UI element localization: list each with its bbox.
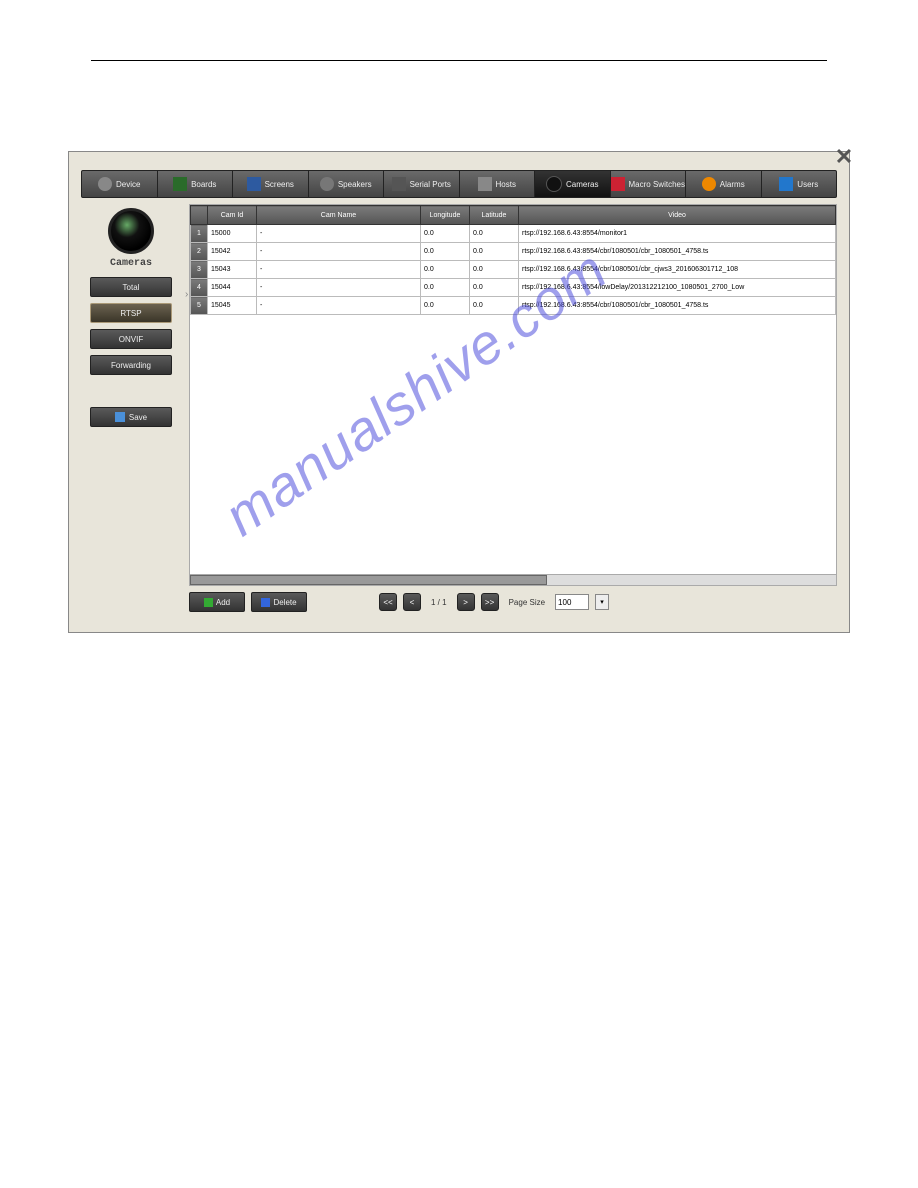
col-header-cam-id[interactable]: Cam Id — [208, 206, 257, 225]
pager-page-text: 1 / 1 — [431, 598, 447, 607]
sidebar-btn-onvif[interactable]: ONVIF — [90, 329, 172, 349]
table-row[interactable]: 215042-0.00.0rtsp://192.168.6.43:8554/cb… — [191, 243, 836, 261]
scrollbar-thumb[interactable] — [190, 575, 547, 585]
toolbar-item-users[interactable]: Users — [762, 171, 837, 197]
table-row[interactable]: 315043-0.00.0rtsp://192.168.6.43:8554/cb… — [191, 261, 836, 279]
sidebar-btn-total[interactable]: Total — [90, 277, 172, 297]
pager-next-button[interactable]: > — [457, 593, 475, 611]
page-size-input[interactable] — [555, 594, 589, 610]
page-size-dropdown[interactable]: ▾ — [595, 594, 609, 610]
sidebar-btn-rtsp[interactable]: RTSP — [90, 303, 172, 323]
hosts-icon — [478, 177, 492, 191]
col-header-longitude[interactable]: Longitude — [421, 206, 470, 225]
toolbar-item-alarms[interactable]: Alarms — [686, 171, 762, 197]
pager-prev-button[interactable]: < — [403, 593, 421, 611]
app-window: ✕ DeviceBoardsScreensSpeakersSerial Port… — [68, 151, 850, 633]
toolbar-item-serial-ports[interactable]: Serial Ports — [384, 171, 460, 197]
sidebar-btn-forwarding[interactable]: Forwarding — [90, 355, 172, 375]
toolbar-item-boards[interactable]: Boards — [158, 171, 234, 197]
camera-table-container: Cam IdCam NameLongitudeLatitudeVideo 115… — [189, 204, 837, 586]
save-button[interactable]: Save — [90, 407, 172, 427]
alarms-icon — [702, 177, 716, 191]
sidebar-title: Cameras — [110, 258, 152, 269]
delete-button[interactable]: Delete — [251, 592, 307, 612]
speakers-icon — [320, 177, 334, 191]
serial-ports-icon — [392, 177, 406, 191]
camera-large-icon — [108, 208, 154, 254]
sidebar-buttons: Total RTSP ONVIF Forwarding — [90, 277, 172, 381]
bottom-bar: Add Delete << < 1 / 1 > >> Page Size ▾ — [189, 592, 837, 612]
screens-icon — [247, 177, 261, 191]
toolbar-item-hosts[interactable]: Hosts — [460, 171, 536, 197]
page-size-label: Page Size — [509, 598, 545, 607]
delete-icon — [261, 598, 270, 607]
device-icon — [98, 177, 112, 191]
table-row[interactable]: 515045-0.00.0rtsp://192.168.6.43:8554/cb… — [191, 297, 836, 315]
pager-first-button[interactable]: << — [379, 593, 397, 611]
top-toolbar: DeviceBoardsScreensSpeakersSerial PortsH… — [81, 170, 837, 198]
sidebar: Cameras Total RTSP ONVIF Forwarding Save — [81, 204, 181, 612]
table-row[interactable]: 415044-0.00.0rtsp://192.168.6.43:8554/lo… — [191, 279, 836, 297]
cameras-icon — [546, 176, 562, 192]
close-icon[interactable]: ✕ — [833, 146, 855, 168]
col-header-latitude[interactable]: Latitude — [470, 206, 519, 225]
chevron-right-icon: › — [185, 289, 188, 300]
macro-switches-icon — [611, 177, 625, 191]
toolbar-item-screens[interactable]: Screens — [233, 171, 309, 197]
table-row[interactable]: 115000-0.00.0rtsp://192.168.6.43:8554/mo… — [191, 225, 836, 243]
toolbar-item-macro-switches[interactable]: Macro Switches — [611, 171, 687, 197]
camera-table: Cam IdCam NameLongitudeLatitudeVideo 115… — [190, 205, 836, 315]
horizontal-scrollbar[interactable] — [190, 574, 836, 585]
toolbar-item-cameras[interactable]: Cameras — [535, 171, 611, 197]
toolbar-item-device[interactable]: Device — [82, 171, 158, 197]
col-header-video[interactable]: Video — [519, 206, 836, 225]
pager-last-button[interactable]: >> — [481, 593, 499, 611]
col-header-cam-name[interactable]: Cam Name — [257, 206, 421, 225]
boards-icon — [173, 177, 187, 191]
toolbar-item-speakers[interactable]: Speakers — [309, 171, 385, 197]
add-icon — [204, 598, 213, 607]
users-icon — [779, 177, 793, 191]
add-button[interactable]: Add — [189, 592, 245, 612]
